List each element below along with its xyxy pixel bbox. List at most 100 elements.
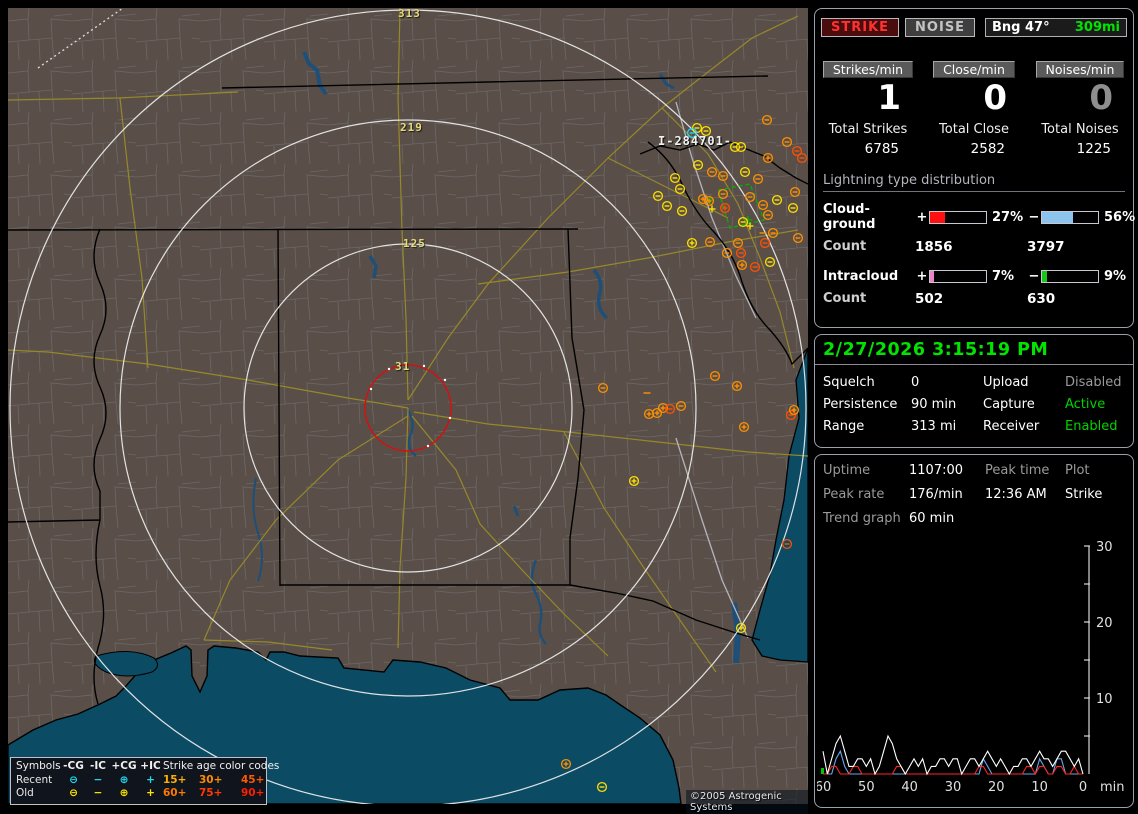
- uptime-label: Uptime: [823, 463, 871, 478]
- cg-count-label: Count: [823, 239, 867, 254]
- trend-series-cg-negative: [823, 749, 1083, 775]
- trend-x-tick-label: 10: [1031, 780, 1048, 795]
- upload-label: Upload: [983, 375, 1029, 390]
- persistence-value: 90 min: [911, 397, 957, 412]
- cg-positive-count: 1856: [915, 239, 953, 255]
- intracloud-label: Intracloud: [823, 269, 899, 284]
- trend-series-total-strikes: [822, 734, 1084, 776]
- strike-mode-button[interactable]: STRIKE: [821, 18, 900, 37]
- ic-count-label: Count: [823, 291, 867, 306]
- ic-negative-pct: 9%: [1104, 269, 1127, 284]
- legend-strike-symbol: ⊖: [69, 773, 78, 786]
- plus-sign: +: [916, 209, 928, 225]
- symbols-legend: Symbols -CG -IC +CG +IC Strike age color…: [10, 757, 279, 805]
- trend-x-tick-label: 20: [988, 780, 1005, 795]
- cg-negative-pct: 56%: [1104, 209, 1136, 225]
- stats-panel: STRIKE NOISE Bng 47° 309mi Strikes/min C…: [814, 8, 1135, 328]
- trend-x-tick-label: 60: [817, 780, 831, 795]
- trend-x-tick-label: 0: [1079, 780, 1087, 795]
- total-strikes-label: Total Strikes: [828, 122, 908, 137]
- trend-graph-value: 60 min: [909, 511, 955, 526]
- total-strikes-value: 6785: [864, 141, 899, 157]
- legend-rows: Recent ⊖ − ⊕ +15+ 30+ 45+ Old ⊖ − ⊕ +60+ 75+ 90+: [16, 773, 264, 801]
- storm-cell-label: I-284701-: [658, 134, 733, 148]
- trend-x-tick-label: 50: [858, 780, 875, 795]
- capture-status: Active: [1065, 397, 1106, 412]
- close-per-min-button[interactable]: Close/min: [933, 61, 1015, 78]
- plot-value: Strike: [1065, 487, 1103, 502]
- noise-mode-button[interactable]: NOISE: [905, 18, 976, 37]
- receiver-label: Receiver: [983, 419, 1040, 434]
- trend-graph-canvas: 10 20 30 60 50 40 30 20 10 0 min: [815, 540, 1125, 795]
- persistence-label: Persistence: [823, 397, 898, 412]
- legend-strike-symbol: +: [146, 787, 155, 799]
- distribution-title: Lightning type distribution: [823, 173, 1125, 192]
- legend-row-label: Old: [16, 787, 34, 799]
- plot-label: Plot: [1065, 463, 1090, 478]
- legend-age-code: 15+: [163, 773, 187, 786]
- peak-rate-label: Peak rate: [823, 487, 885, 502]
- legend-age-code: 45+: [241, 773, 265, 786]
- bearing-range-value: 309mi: [1074, 20, 1120, 35]
- bearing-value: Bng 47°: [992, 20, 1050, 35]
- cloud-ground-label: Cloud-ground: [823, 202, 876, 232]
- sidebar: STRIKE NOISE Bng 47° 309mi Strikes/min C…: [812, 0, 1138, 812]
- legend-col-cg-neg: -CG: [63, 760, 84, 772]
- legend-age-code: 30+: [199, 773, 223, 786]
- total-close-label: Total Close: [939, 122, 1009, 137]
- legend-row-label: Recent: [16, 773, 53, 786]
- squelch-label: Squelch: [823, 375, 875, 390]
- system-clock: 2/27/2026 3:15:19 PM: [815, 335, 1133, 365]
- upload-status: Disabled: [1065, 375, 1122, 390]
- total-noises-label: Total Noises: [1041, 122, 1119, 137]
- lightning-map[interactable]: 313 219 125 31 I-284701- ©2005 Astrogeni…: [8, 7, 808, 814]
- legend-age-code: 60+: [163, 787, 187, 799]
- bearing-readout: Bng 47° 309mi: [985, 18, 1127, 37]
- close-per-min-value: 0: [983, 78, 1007, 118]
- legend-age-code: 75+: [199, 787, 223, 799]
- status-panel: Uptime 1107:00 Peak time Plot Peak rate …: [814, 454, 1134, 808]
- trend-x-tick-label: 30: [945, 780, 962, 795]
- clock-panel: 2/27/2026 3:15:19 PM Squelch 0 Upload Di…: [814, 334, 1134, 448]
- peak-rate-value: 176/min: [909, 487, 963, 502]
- ring-label-219: 219: [400, 121, 423, 134]
- legend-strike-symbol: −: [93, 773, 103, 786]
- peak-time-label: Peak time: [985, 463, 1050, 478]
- uptime-value: 1107:00: [909, 463, 964, 478]
- lightning-distribution: Lightning type distribution Cloud-ground…: [823, 173, 1135, 307]
- trend-x-tick-label: 40: [901, 780, 918, 795]
- legend-strike-symbol: +: [146, 773, 155, 786]
- legend-strike-symbol: −: [93, 787, 103, 799]
- minus-sign: −: [1028, 269, 1040, 284]
- squelch-value: 0: [911, 375, 920, 390]
- cg-positive-bar: [929, 210, 987, 224]
- legend-symbols-header: Symbols: [16, 760, 61, 772]
- trend-graph-label: Trend graph: [823, 511, 901, 526]
- plus-sign: +: [916, 269, 928, 284]
- ic-negative-count: 630: [1027, 291, 1056, 307]
- legend-col-ic-pos: +IC: [140, 760, 161, 772]
- minus-sign: −: [1028, 209, 1040, 225]
- legend-age-header: Strike age color codes: [163, 760, 280, 772]
- legend-col-cg-pos: +CG: [111, 760, 137, 772]
- trend-graph: 10 20 30 60 50 40 30 20 10 0 min: [815, 539, 1131, 803]
- trend-x-unit-label: min: [1100, 780, 1125, 795]
- ring-label-31: 31: [395, 360, 411, 373]
- ring-label-125: 125: [403, 237, 426, 250]
- cg-negative-count: 3797: [1027, 239, 1065, 255]
- legend-age-code: 90+: [241, 787, 265, 799]
- range-label: Range: [823, 419, 865, 434]
- copyright-text: ©2005 Astrogenic Systems: [686, 790, 808, 814]
- total-close-value: 2582: [970, 141, 1005, 157]
- ic-positive-bar: [929, 270, 987, 283]
- noises-per-min-value: 0: [1089, 78, 1113, 118]
- legend-col-ic-neg: -IC: [90, 760, 106, 772]
- range-value: 313 mi: [911, 419, 957, 434]
- strikes-per-min-button[interactable]: Strikes/min: [822, 61, 914, 78]
- legend-strike-symbol: ⊕: [119, 773, 129, 786]
- capture-label: Capture: [983, 397, 1035, 412]
- ring-label-313: 313: [398, 7, 421, 20]
- total-noises-value: 1225: [1076, 141, 1111, 157]
- trend-y-tick-label: 20: [1096, 616, 1113, 631]
- noises-per-min-button[interactable]: Noises/min: [1035, 61, 1125, 78]
